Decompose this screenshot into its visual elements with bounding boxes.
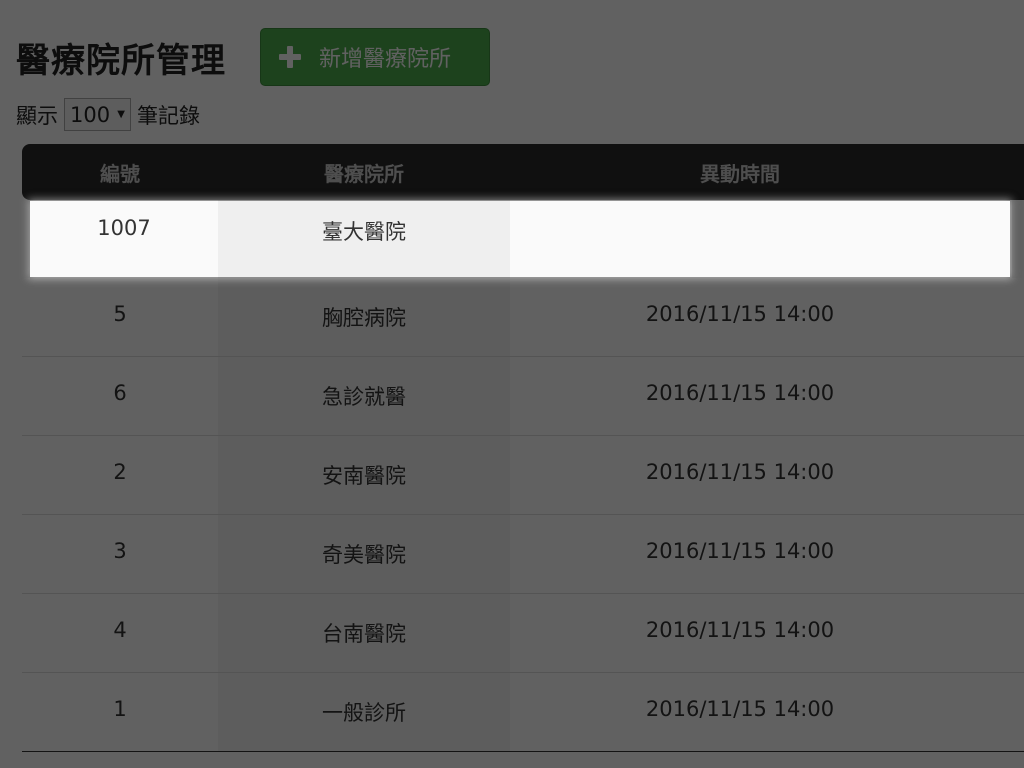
page: 醫療院所管理 新增醫療院所 顯示 100 ▼ 筆記錄 編號 醫療院所 異動時間 … <box>0 0 1024 768</box>
table-row[interactable]: 2 安南醫院 2016/11/15 14:00 <box>22 436 1024 515</box>
column-header-id[interactable]: 編號 <box>22 158 218 187</box>
caret-down-icon: ▼ <box>117 109 125 120</box>
cell-name: 奇美醫院 <box>218 515 510 593</box>
cell-time: 2016/11/15 14:00 <box>645 618 835 642</box>
records-per-page-select[interactable]: 100 ▼ <box>64 98 131 131</box>
column-header-time[interactable]: 異動時間 <box>510 158 970 187</box>
spotlight-cell-name: 臺大醫院 <box>218 201 510 277</box>
table-row[interactable]: 3 奇美醫院 2016/11/15 14:00 <box>22 515 1024 594</box>
cell-id: 5 <box>113 302 127 326</box>
cell-id: 6 <box>113 381 127 405</box>
cell-name: 安南醫院 <box>218 436 510 514</box>
add-hospital-button[interactable]: 新增醫療院所 <box>260 28 490 86</box>
cell-id: 1 <box>113 697 127 721</box>
cell-name: 急診就醫 <box>218 357 510 435</box>
table-header: 編號 醫療院所 異動時間 <box>22 144 1024 200</box>
length-suffix: 筆記錄 <box>137 103 200 128</box>
length-prefix: 顯示 <box>16 103 58 128</box>
spotlight-row[interactable]: 1007 臺大醫院 <box>30 201 1010 277</box>
page-title: 醫療院所管理 <box>16 40 226 81</box>
column-header-name[interactable]: 醫療院所 <box>218 158 510 187</box>
add-hospital-button-label: 新增醫療院所 <box>319 47 452 72</box>
table-row[interactable]: 4 台南醫院 2016/11/15 14:00 <box>22 594 1024 673</box>
cell-id: 2 <box>113 460 127 484</box>
cell-name: 胸腔病院 <box>218 278 510 356</box>
table-row[interactable]: 6 急診就醫 2016/11/15 14:00 <box>22 357 1024 436</box>
spotlight-cell-id: 1007 <box>97 216 151 240</box>
spotlight-cell-time <box>510 201 1010 277</box>
table-row[interactable]: 5 胸腔病院 2016/11/15 14:00 <box>22 278 1024 357</box>
cell-time: 2016/11/15 14:00 <box>645 460 835 484</box>
table-bottom-border <box>22 751 1024 752</box>
cell-id: 3 <box>113 539 127 563</box>
records-per-page-value: 100 <box>70 102 111 127</box>
cell-time: 2016/11/15 14:00 <box>645 302 835 326</box>
cell-name: 一般診所 <box>218 673 510 751</box>
page-header: 醫療院所管理 新增醫療院所 <box>16 28 490 86</box>
cell-time: 2016/11/15 14:00 <box>645 381 835 405</box>
cell-time: 2016/11/15 14:00 <box>645 697 835 721</box>
cell-id: 4 <box>113 618 127 642</box>
table-row[interactable]: 1 一般診所 2016/11/15 14:00 <box>22 673 1024 751</box>
cell-name: 台南醫院 <box>218 594 510 672</box>
cell-time: 2016/11/15 14:00 <box>645 539 835 563</box>
plus-icon <box>279 46 301 68</box>
records-length-control: 顯示 100 ▼ 筆記錄 <box>16 98 200 131</box>
